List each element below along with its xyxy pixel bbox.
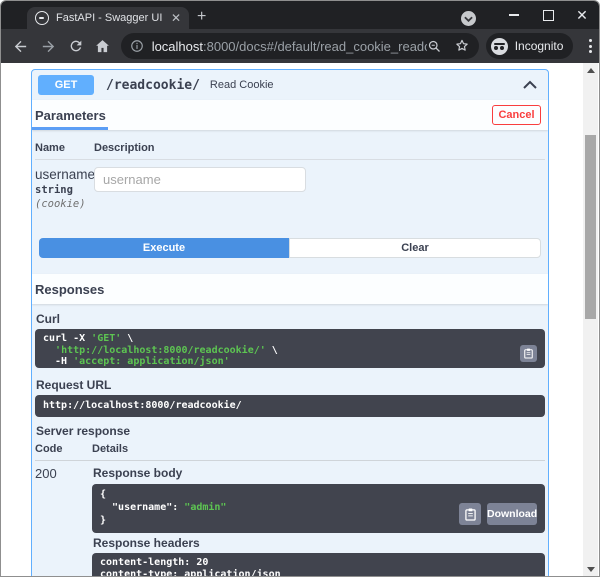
response-headers-label: Response headers: [93, 536, 545, 550]
clear-button[interactable]: Clear: [289, 238, 541, 258]
response-body-label: Response body: [93, 466, 545, 480]
download-button[interactable]: Download: [487, 503, 537, 525]
minimize-button[interactable]: [497, 1, 531, 29]
parameters-section: Name Description username string (cookie…: [32, 130, 548, 274]
tab-title: FastAPI - Swagger UI: [56, 12, 165, 24]
forward-icon[interactable]: [34, 32, 61, 60]
responses-header: Responses: [32, 274, 548, 304]
username-input[interactable]: [94, 167, 306, 192]
media-controls-icon[interactable]: [461, 11, 476, 26]
scroll-up-icon[interactable]: [583, 63, 598, 78]
new-tab-button[interactable]: +: [197, 9, 206, 25]
url-text: localhost:8000/docs#/default/read_cookie…: [152, 39, 427, 54]
curl-command: curl -X 'GET' \ 'http://localhost:8000/r…: [35, 329, 545, 368]
tab-bar: FastAPI - Swagger UI ✕ + ✕: [1, 1, 599, 29]
copy-curl-button[interactable]: [520, 345, 537, 362]
response-body: { "username": "admin"} Download: [92, 484, 545, 533]
browser-menu-icon[interactable]: [581, 39, 599, 53]
swagger-page: GET /readcookie/ Read Cookie Parameters …: [1, 63, 599, 577]
maximize-button[interactable]: [531, 1, 565, 29]
param-location: (cookie): [35, 198, 94, 210]
opblock-get-readcookie: GET /readcookie/ Read Cookie Parameters …: [31, 69, 549, 577]
endpoint-path: /readcookie/: [106, 78, 200, 93]
collapse-chevron-icon[interactable]: [520, 75, 540, 95]
tab-close-icon[interactable]: ✕: [171, 12, 181, 24]
address-bar[interactable]: localhost:8000/docs#/default/read_cookie…: [121, 33, 479, 59]
incognito-icon: [491, 38, 508, 55]
search-icon[interactable]: [427, 39, 442, 54]
browser-window: FastAPI - Swagger UI ✕ + ✕ localhost:800…: [0, 0, 600, 577]
bookmark-star-icon[interactable]: [454, 38, 470, 54]
col-header-description: Description: [94, 142, 545, 154]
responses-title: Responses: [32, 274, 106, 304]
parameter-row: username string (cookie): [35, 160, 545, 210]
page-scrollbar[interactable]: [583, 63, 598, 577]
col-header-code: Code: [35, 443, 92, 455]
scrollbar-thumb[interactable]: [585, 135, 596, 319]
incognito-badge: Incognito: [486, 33, 574, 59]
col-header-details: Details: [92, 443, 545, 455]
response-headers: content-length: 20 content-type: applica…: [92, 553, 545, 577]
method-badge: GET: [38, 75, 94, 95]
page-info-icon[interactable]: [130, 39, 144, 53]
execute-button[interactable]: Execute: [39, 238, 289, 258]
response-row: 200 Response body { "username": "admin"}…: [35, 461, 545, 577]
col-header-name: Name: [35, 142, 94, 154]
close-window-button[interactable]: ✕: [565, 1, 599, 29]
response-code: 200: [35, 466, 92, 577]
param-name: username: [35, 167, 94, 182]
param-type: string: [35, 184, 94, 196]
request-url-label: Request URL: [36, 378, 545, 392]
responses-section: Curl curl -X 'GET' \ 'http://localhost:8…: [32, 304, 548, 577]
browser-tab[interactable]: FastAPI - Swagger UI ✕: [27, 7, 189, 29]
opblock-summary[interactable]: GET /readcookie/ Read Cookie: [32, 70, 548, 100]
tab-parameters[interactable]: Parameters: [32, 100, 108, 130]
back-icon[interactable]: [7, 32, 34, 60]
request-url-value: http://localhost:8000/readcookie/: [35, 395, 545, 417]
scroll-down-icon[interactable]: [583, 562, 598, 577]
endpoint-summary: Read Cookie: [210, 79, 520, 91]
home-icon[interactable]: [89, 32, 116, 60]
copy-response-button[interactable]: [459, 503, 481, 525]
url-host: localhost: [152, 39, 203, 54]
parameters-header: Parameters Cancel: [32, 100, 548, 130]
curl-label: Curl: [36, 312, 545, 326]
server-response-label: Server response: [36, 424, 545, 438]
browser-toolbar: localhost:8000/docs#/default/read_cookie…: [1, 29, 599, 63]
incognito-label: Incognito: [515, 39, 564, 53]
url-path: :8000/docs#/default/read_cookie_readcook…: [203, 39, 427, 54]
cancel-button[interactable]: Cancel: [492, 105, 541, 125]
reload-icon[interactable]: [62, 32, 89, 60]
swagger-favicon-icon: [35, 11, 49, 25]
